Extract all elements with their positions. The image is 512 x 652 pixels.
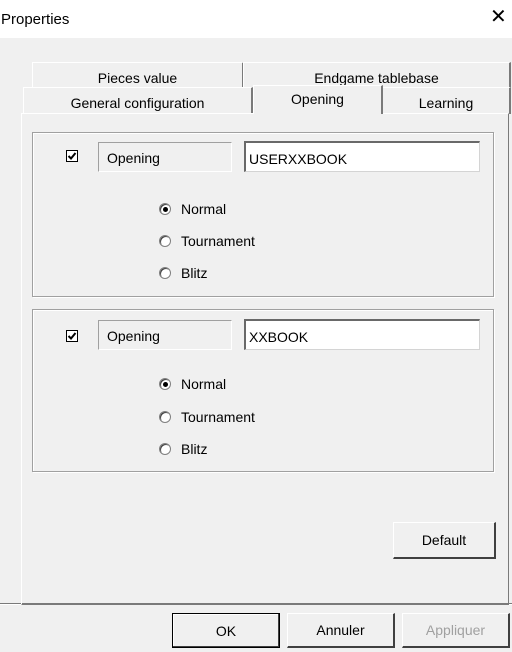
- opening-book-input[interactable]: [244, 141, 480, 172]
- radio-blitz[interactable]: [159, 267, 171, 279]
- opening-book-input[interactable]: [244, 319, 480, 350]
- opening-checkbox[interactable]: [66, 330, 78, 342]
- radio-dot: [163, 207, 168, 212]
- radio-label-blitz: Blitz: [181, 265, 208, 281]
- close-icon[interactable]: ✕: [490, 7, 507, 27]
- window-title: Properties: [1, 11, 70, 28]
- radio-label-tournament: Tournament: [181, 409, 255, 425]
- opening-group-1: Opening Normal Tournament Blitz: [32, 132, 494, 297]
- opening-checkbox[interactable]: [66, 150, 78, 162]
- radio-label-blitz: Blitz: [181, 441, 208, 457]
- radio-normal[interactable]: [159, 378, 171, 390]
- opening-group-2: Opening Normal Tournament Blitz: [32, 309, 494, 472]
- tab-label: General configuration: [70, 95, 205, 111]
- opening-label: Opening: [98, 142, 232, 172]
- opening-label: Opening: [98, 320, 232, 350]
- tab-label: Learning: [418, 95, 474, 111]
- tab-general-configuration[interactable]: General configuration: [23, 87, 253, 114]
- tab-learning[interactable]: Learning: [382, 87, 511, 114]
- tab-pieces-value[interactable]: Pieces value: [32, 62, 244, 89]
- tab-label: Opening: [291, 91, 344, 107]
- radio-label-tournament: Tournament: [181, 233, 255, 249]
- radio-tournament[interactable]: [159, 235, 171, 247]
- apply-button[interactable]: Appliquer: [402, 613, 510, 648]
- radio-label-normal: Normal: [181, 376, 227, 392]
- radio-normal[interactable]: [159, 203, 171, 215]
- radio-tournament[interactable]: [159, 411, 171, 423]
- default-button[interactable]: Default: [393, 522, 496, 559]
- checkmark-icon: [67, 152, 77, 160]
- tab-opening[interactable]: Opening: [253, 85, 383, 114]
- radio-blitz[interactable]: [159, 443, 171, 455]
- tab-label: Endgame tablebase: [314, 70, 439, 86]
- ok-button[interactable]: OK: [172, 613, 280, 648]
- radio-label-normal: Normal: [181, 201, 227, 217]
- cancel-button[interactable]: Annuler: [287, 613, 395, 648]
- tab-label: Pieces value: [97, 70, 178, 86]
- radio-dot: [163, 382, 168, 387]
- title-bar: Properties ✕: [0, 0, 512, 38]
- checkmark-icon: [67, 332, 77, 340]
